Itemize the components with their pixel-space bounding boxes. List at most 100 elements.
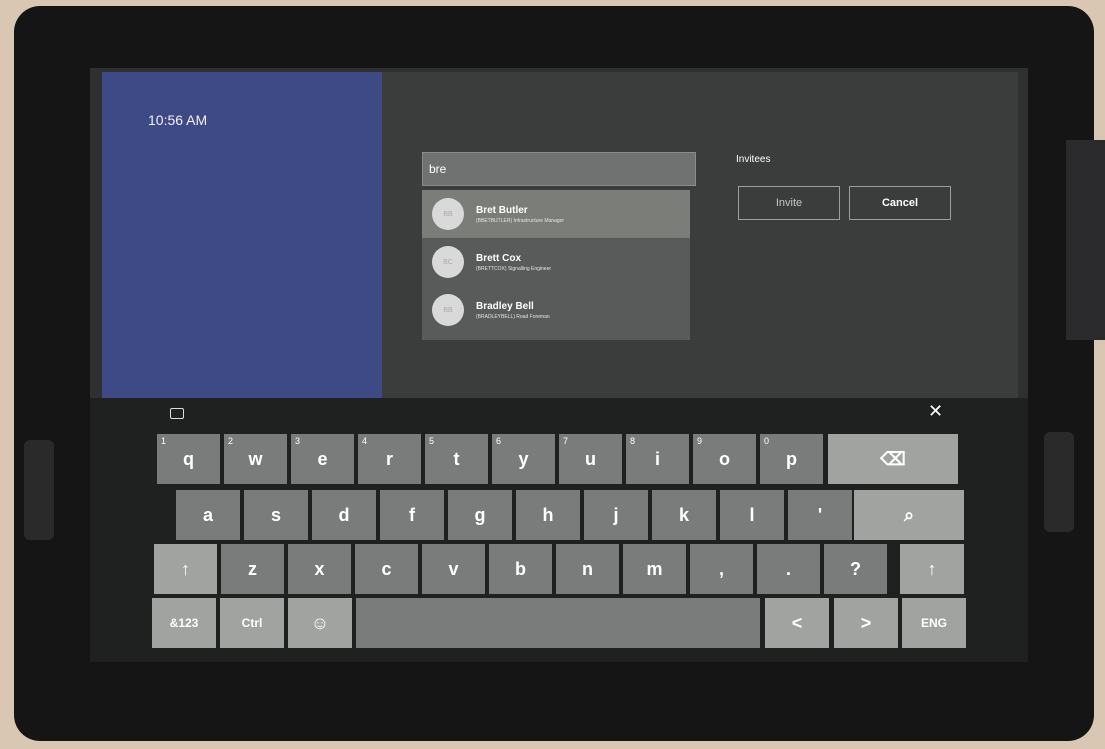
language-key-label: ENG <box>920 616 947 630</box>
key-x[interactable]: x <box>288 544 351 594</box>
key-h-label: h <box>542 505 554 525</box>
key-number-hint: 9 <box>697 436 703 446</box>
key-d[interactable]: d <box>312 490 376 540</box>
arrow-left-icon-label: < <box>791 613 803 633</box>
list-item[interactable]: BC Brett Cox (BRETTCOX) Signalling Engin… <box>422 238 690 286</box>
key-number-hint: 3 <box>295 436 301 446</box>
shift-right-icon[interactable]: ↑ <box>900 544 964 594</box>
key-l[interactable]: l <box>720 490 784 540</box>
key-o[interactable]: o9 <box>693 434 756 484</box>
key-r[interactable]: r4 <box>358 434 421 484</box>
key-j[interactable]: j <box>584 490 648 540</box>
key-period[interactable]: . <box>757 544 820 594</box>
key-w[interactable]: w2 <box>224 434 287 484</box>
right-grip <box>1044 432 1074 532</box>
backspace-icon[interactable]: ⌫ <box>828 434 958 484</box>
key-p-label: p <box>786 449 797 469</box>
key-t[interactable]: t5 <box>425 434 488 484</box>
search-icon[interactable]: ⌕ <box>854 490 964 540</box>
key-w-label: w <box>248 449 263 469</box>
touch-keyboard: ✕ q 1 w 2 e 3 r 4 t 5 y 6 u 7 i 8 o 9 p 0 ⌫ a s d f g h j k l ' ⌕ ↑ z x c v b… <box>90 398 1028 662</box>
key-question-label: ? <box>850 559 861 579</box>
key-m[interactable]: m <box>623 544 686 594</box>
key-r-label: r <box>385 449 393 469</box>
avatar: BC <box>432 246 464 278</box>
key-comma[interactable]: , <box>690 544 753 594</box>
key-e[interactable]: e3 <box>291 434 354 484</box>
key-v[interactable]: v <box>422 544 485 594</box>
emoji-icon-label: ☺ <box>310 613 330 633</box>
key-b[interactable]: b <box>489 544 552 594</box>
list-item[interactable]: BB Bret Butler (BBETBUTLER) Infrastructu… <box>422 190 690 238</box>
arrow-right-icon[interactable]: > <box>834 598 898 648</box>
key-f[interactable]: f <box>380 490 444 540</box>
key-p[interactable]: p0 <box>760 434 823 484</box>
key-g-label: g <box>474 505 486 525</box>
key-comma-label: , <box>718 559 724 579</box>
keyboard-settings-icon[interactable] <box>170 408 184 419</box>
key-t-label: t <box>453 449 460 469</box>
language-key[interactable]: ENG <box>902 598 966 648</box>
key-m-label: m <box>646 559 663 579</box>
key-question[interactable]: ? <box>824 544 887 594</box>
key-y-label: y <box>518 449 529 469</box>
key-k-label: k <box>678 505 689 525</box>
key-j-label: j <box>613 505 619 525</box>
arrow-right-icon-label: > <box>860 613 872 633</box>
key-k[interactable]: k <box>652 490 716 540</box>
key-d-label: d <box>338 505 350 525</box>
list-item[interactable]: BB Bradley Bell (BRADLEYBELL) Road Forem… <box>422 286 690 334</box>
symbols-key-label: &123 <box>169 616 199 630</box>
results-list: BB Bret Butler (BBETBUTLER) Infrastructu… <box>422 190 690 340</box>
invitees-label: Invitees <box>736 154 771 165</box>
key-number-hint: 4 <box>362 436 368 446</box>
key-a-label: a <box>202 505 213 525</box>
key-o-label: o <box>719 449 730 469</box>
key-s[interactable]: s <box>244 490 308 540</box>
backspace-icon-label: ⌫ <box>880 449 906 469</box>
screen: 10:56 AM BB Bret Butler (BBETBUTLER) Inf… <box>90 68 1028 662</box>
key-a[interactable]: a <box>176 490 240 540</box>
key-y[interactable]: y6 <box>492 434 555 484</box>
arrow-left-icon[interactable]: < <box>765 598 829 648</box>
clock-time: 10:56 AM <box>148 112 208 128</box>
result-name: Brett Cox <box>476 252 522 264</box>
key-number-hint: 2 <box>228 436 234 446</box>
key-number-hint: 6 <box>496 436 502 446</box>
key-q[interactable]: q1 <box>157 434 220 484</box>
key-apostrophe-label: ' <box>817 505 823 525</box>
key-number-hint: 8 <box>630 436 636 446</box>
invite-button[interactable]: Invite <box>738 186 840 220</box>
key-n[interactable]: n <box>556 544 619 594</box>
key-c-label: c <box>381 559 392 579</box>
close-icon[interactable]: ✕ <box>928 401 943 422</box>
result-subtitle: (BRADLEYBELL) Road Foreman <box>476 313 550 320</box>
search-icon-label: ⌕ <box>903 505 915 525</box>
key-apostrophe[interactable]: ' <box>788 490 852 540</box>
left-grip <box>24 440 54 540</box>
cancel-button[interactable]: Cancel <box>849 186 951 220</box>
key-f-label: f <box>409 505 415 525</box>
key-z[interactable]: z <box>221 544 284 594</box>
key-h[interactable]: h <box>516 490 580 540</box>
search-input[interactable] <box>422 152 696 186</box>
result-subtitle: (BRETTCOX) Signalling Engineer <box>476 265 552 272</box>
key-z-label: z <box>248 559 257 579</box>
ctrl-key[interactable]: Ctrl <box>220 598 284 648</box>
key-number-hint: 7 <box>563 436 569 446</box>
key-x-label: x <box>314 559 325 579</box>
key-c[interactable]: c <box>355 544 418 594</box>
result-name: Bret Butler <box>476 204 528 216</box>
result-subtitle: (BBETBUTLER) Infrastructure Manager <box>476 217 565 224</box>
key-i[interactable]: i8 <box>626 434 689 484</box>
symbols-key[interactable]: &123 <box>152 598 216 648</box>
key-g[interactable]: g <box>448 490 512 540</box>
key-s-label: s <box>270 505 281 525</box>
key-i-label: i <box>654 449 660 469</box>
key-u[interactable]: u7 <box>559 434 622 484</box>
spacebar[interactable] <box>356 598 760 648</box>
shift-left-icon[interactable]: ↑ <box>154 544 217 594</box>
key-number-hint: 1 <box>161 436 167 446</box>
emoji-icon[interactable]: ☺ <box>288 598 352 648</box>
avatar: BB <box>432 198 464 230</box>
